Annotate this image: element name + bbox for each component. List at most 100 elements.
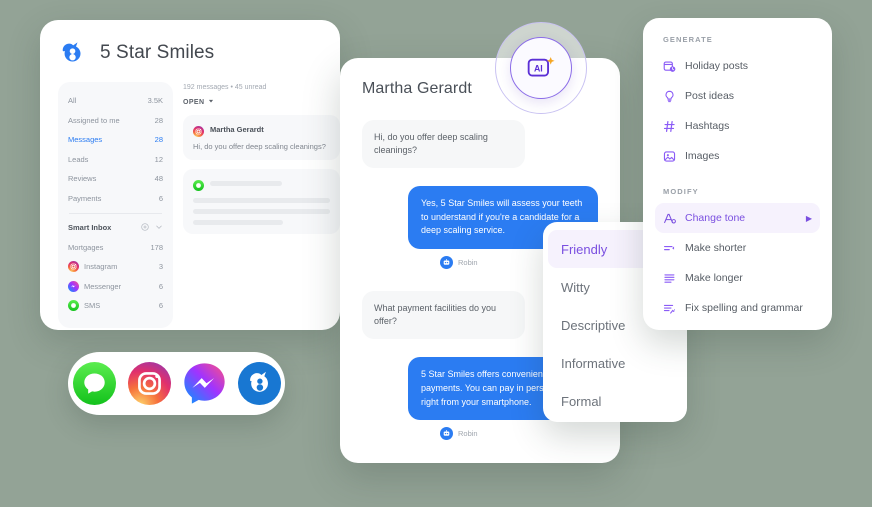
birdeye-icon[interactable] (237, 362, 281, 405)
channel-count: 3 (158, 262, 163, 272)
robot-icon (440, 256, 453, 270)
menu-item-holiday-posts[interactable]: Holiday posts (655, 51, 820, 81)
menu-item-fix-spelling-and-grammar[interactable]: Fix spelling and grammar (655, 293, 820, 323)
sidebar-item-leads[interactable]: Leads 12 (68, 150, 163, 170)
folder-count: 28 (154, 115, 163, 125)
list-item-name: Martha Gerardt (210, 125, 264, 134)
smart-inbox-actions (141, 223, 163, 233)
folder-label: All (68, 96, 77, 106)
sms-icon[interactable] (72, 362, 116, 405)
menu-item-label: Images (685, 150, 720, 162)
skeleton-bar (193, 209, 330, 214)
sidebar-item-all[interactable]: All 3.5K (68, 91, 163, 111)
instagram-icon[interactable] (127, 362, 171, 405)
change-tone-icon (663, 212, 676, 225)
folder-count: 3.5K (147, 96, 163, 106)
folder-label: Messages (68, 135, 103, 145)
channel-count: 6 (158, 281, 163, 291)
sidebar-item-assigned-to-me[interactable]: Assigned to me 28 (68, 111, 163, 131)
folder-list: All 3.5K Assigned to me 28 Messages 28 L… (58, 82, 173, 328)
menu-item-post-ideas[interactable]: Post ideas (655, 81, 820, 111)
list-item-preview: Hi, do you offer deep scaling cleanings? (193, 142, 326, 151)
folder-label: Reviews (68, 174, 97, 184)
brand-row: 5 Star Smiles (40, 20, 340, 68)
list-item[interactable]: Martha Gerardt Hi, do you offer deep sca… (183, 115, 340, 160)
menu-item-make-shorter[interactable]: Make shorter (655, 233, 820, 263)
sidebar-item-messages[interactable]: Messages 28 (68, 130, 163, 150)
make-shorter-icon (663, 242, 676, 255)
ai-actions-menu: GENERATE Holiday posts Post ideas Hashta… (643, 18, 832, 330)
plus-circle-icon[interactable] (141, 223, 149, 233)
menu-item-make-longer[interactable]: Make longer (655, 263, 820, 293)
status-filter-label: OPEN (183, 98, 205, 106)
tone-option-formal[interactable]: Formal (543, 382, 687, 420)
social-channel-pill (68, 352, 285, 415)
brand-name: 5 Star Smiles (100, 42, 215, 63)
menu-item-change-tone[interactable]: Change tone ▶ (655, 203, 820, 233)
folder-label: Assigned to me (68, 115, 120, 125)
sidebar-item-messenger[interactable]: Messenger 6 (68, 277, 163, 297)
menu-item-label: Make longer (685, 272, 743, 284)
chat-bubble-incoming: What payment facilities do you offer? (362, 291, 525, 340)
menu-item-label: Post ideas (685, 90, 735, 102)
caret-down-icon (208, 98, 214, 106)
lightbulb-icon (663, 90, 676, 103)
menu-item-label: Make shorter (685, 242, 747, 254)
folder-count: 12 (154, 154, 163, 164)
channel-label: Messenger (84, 281, 122, 291)
sidebar-item-instagram[interactable]: Instagram 3 (68, 257, 163, 277)
divider (69, 213, 162, 214)
smart-inbox-header[interactable]: Smart Inbox (68, 218, 163, 238)
sidebar-item-mortgages[interactable]: Mortgages 178 (68, 238, 163, 258)
instagram-icon (193, 124, 204, 137)
svg-text:AI: AI (534, 63, 543, 73)
status-filter-dropdown[interactable]: OPEN (183, 98, 340, 106)
smart-inbox-label: Smart Inbox (68, 223, 112, 233)
channel-label: Mortgages (68, 242, 104, 252)
sms-icon (68, 300, 79, 312)
messenger-icon[interactable] (183, 362, 226, 405)
menu-item-label: Hashtags (685, 120, 730, 132)
robot-icon (440, 427, 453, 441)
folder-count: 28 (154, 135, 163, 145)
messenger-icon (68, 280, 79, 292)
sms-icon (193, 178, 204, 191)
ai-sparkle-icon: AI (510, 37, 572, 99)
conversation-list: 192 messages • 45 unread OPEN Martha Ger… (183, 82, 340, 328)
menu-item-hashtags[interactable]: Hashtags (655, 111, 820, 141)
chevron-right-icon: ▶ (805, 213, 812, 223)
menu-item-label: Change tone (685, 212, 746, 224)
folder-label: Payments (68, 193, 102, 203)
list-item-placeholder[interactable] (183, 169, 340, 234)
sidebar-item-reviews[interactable]: Reviews 48 (68, 169, 163, 189)
channel-count: 178 (150, 242, 163, 252)
channel-label: Instagram (84, 262, 118, 272)
folder-count: 6 (158, 193, 163, 203)
conversation-count-label: 192 messages • 45 unread (183, 84, 267, 91)
sidebar-item-sms[interactable]: SMS 6 (68, 296, 163, 316)
skeleton-bar (193, 198, 330, 203)
chat-sender-name: Robin (458, 429, 478, 439)
inbox-card: 5 Star Smiles All 3.5K Assigned to me 28… (40, 20, 340, 330)
modify-section-heading: MODIFY (663, 187, 699, 196)
folder-count: 48 (154, 174, 163, 184)
chat-sender: Robin (440, 427, 478, 441)
menu-item-label: Holiday posts (685, 60, 749, 72)
skeleton-bar (210, 181, 282, 186)
birdeye-bird-logo-icon (58, 38, 88, 68)
tone-option-informative[interactable]: Informative (543, 344, 687, 382)
channel-label: SMS (84, 301, 101, 311)
chat-sender: Robin (440, 256, 478, 270)
menu-item-images[interactable]: Images (655, 141, 820, 171)
generate-section-heading: GENERATE (663, 35, 713, 44)
holiday-posts-icon (663, 60, 676, 73)
ai-assistant-badge[interactable]: AI (495, 22, 587, 114)
spellcheck-icon (663, 302, 676, 315)
chat-bubble-incoming: Hi, do you offer deep scaling cleanings? (362, 120, 525, 169)
instagram-icon (68, 261, 79, 273)
channel-count: 6 (158, 301, 163, 311)
chevron-down-icon[interactable] (155, 223, 163, 233)
sidebar-item-payments[interactable]: Payments 6 (68, 189, 163, 209)
chat-sender-name: Robin (458, 258, 478, 268)
folder-label: Leads (68, 154, 89, 164)
